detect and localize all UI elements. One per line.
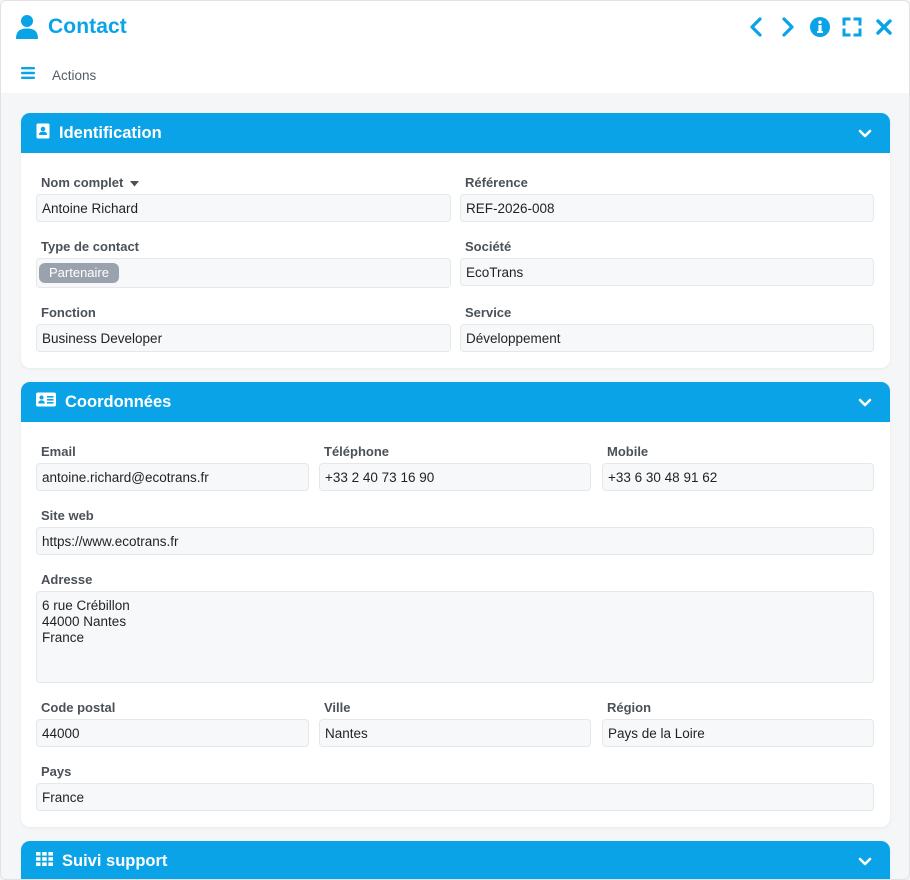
title-bar: Contact [15, 13, 127, 41]
ville-field[interactable]: Nantes [319, 719, 591, 747]
telephone-field[interactable]: +33 2 40 73 16 90 [319, 463, 591, 491]
region-label: Région [607, 700, 652, 715]
close-icon[interactable] [873, 16, 895, 38]
reference-label: Référence [465, 175, 528, 190]
suivi-support-panel: Suivi support [21, 841, 890, 879]
window-controls [745, 13, 895, 41]
address-card-icon [36, 392, 56, 412]
pays-field[interactable]: France [36, 783, 874, 811]
reference-field[interactable]: REF-2026-008 [460, 194, 874, 222]
expand-icon[interactable] [841, 16, 863, 38]
suivi-support-title: Suivi support [62, 851, 168, 870]
info-icon[interactable] [809, 16, 831, 38]
service-field[interactable]: Développement [460, 324, 874, 352]
coordonnees-title: Coordonnées [65, 392, 172, 411]
societe-field[interactable]: EcoTrans [460, 258, 874, 286]
code-postal-label: Code postal [41, 700, 116, 715]
chevron-down-icon[interactable] [858, 854, 872, 872]
contact-window: Contact Actions Identification Nom compl… [0, 0, 910, 880]
email-label: Email [41, 444, 76, 459]
site-web-field[interactable]: https://www.ecotrans.fr [36, 527, 874, 555]
mobile-field[interactable]: +33 6 30 48 91 62 [602, 463, 874, 491]
type-contact-badge: Partenaire [39, 263, 119, 283]
chevron-right-icon[interactable] [777, 16, 799, 38]
telephone-label: Téléphone [324, 444, 390, 459]
suivi-support-panel-header[interactable]: Suivi support [21, 841, 890, 879]
adresse-field[interactable]: 6 rue Crébillon 44000 Nantes France [36, 591, 874, 683]
nom-complet-field[interactable]: Antoine Richard [36, 194, 451, 222]
code-postal-field[interactable]: 44000 [36, 719, 309, 747]
type-contact-label: Type de contact [41, 239, 140, 254]
identification-title: Identification [59, 123, 162, 142]
site-web-label: Site web [41, 508, 94, 523]
chevron-down-icon[interactable] [858, 395, 872, 413]
societe-label: Société [465, 239, 512, 254]
user-icon [15, 14, 39, 40]
mobile-label: Mobile [607, 444, 649, 459]
menu-icon[interactable] [21, 66, 35, 84]
nom-complet-label-text: Nom complet [41, 175, 124, 190]
ville-label: Ville [324, 700, 351, 715]
service-label: Service [465, 305, 512, 320]
fonction-field[interactable]: Business Developer [36, 324, 451, 352]
identification-panel-header[interactable]: Identification [21, 113, 890, 153]
actions-label[interactable]: Actions [52, 68, 96, 83]
email-field[interactable]: antoine.richard@ecotrans.fr [36, 463, 309, 491]
coordonnees-panel-header[interactable]: Coordonnées [21, 382, 890, 422]
actions-menu[interactable]: Actions [21, 65, 96, 85]
id-card-icon [36, 123, 50, 144]
chevron-down-icon[interactable] [858, 126, 872, 144]
adresse-label: Adresse [41, 572, 93, 587]
page-title: Contact [48, 15, 127, 38]
pays-label: Pays [41, 764, 72, 779]
chevron-left-icon[interactable] [745, 16, 767, 38]
nom-complet-label[interactable]: Nom complet [41, 175, 140, 190]
window-header: Contact Actions [1, 1, 909, 93]
region-field[interactable]: Pays de la Loire [602, 719, 874, 747]
identification-panel: Identification Nom complet Antoine Richa… [21, 113, 890, 368]
caret-down-icon[interactable] [130, 175, 140, 190]
fonction-label: Fonction [41, 305, 96, 320]
type-contact-field[interactable]: Partenaire [36, 258, 451, 288]
coordonnees-panel: Coordonnées Email antoine.richard@ecotra… [21, 382, 890, 827]
table-icon [36, 851, 53, 871]
